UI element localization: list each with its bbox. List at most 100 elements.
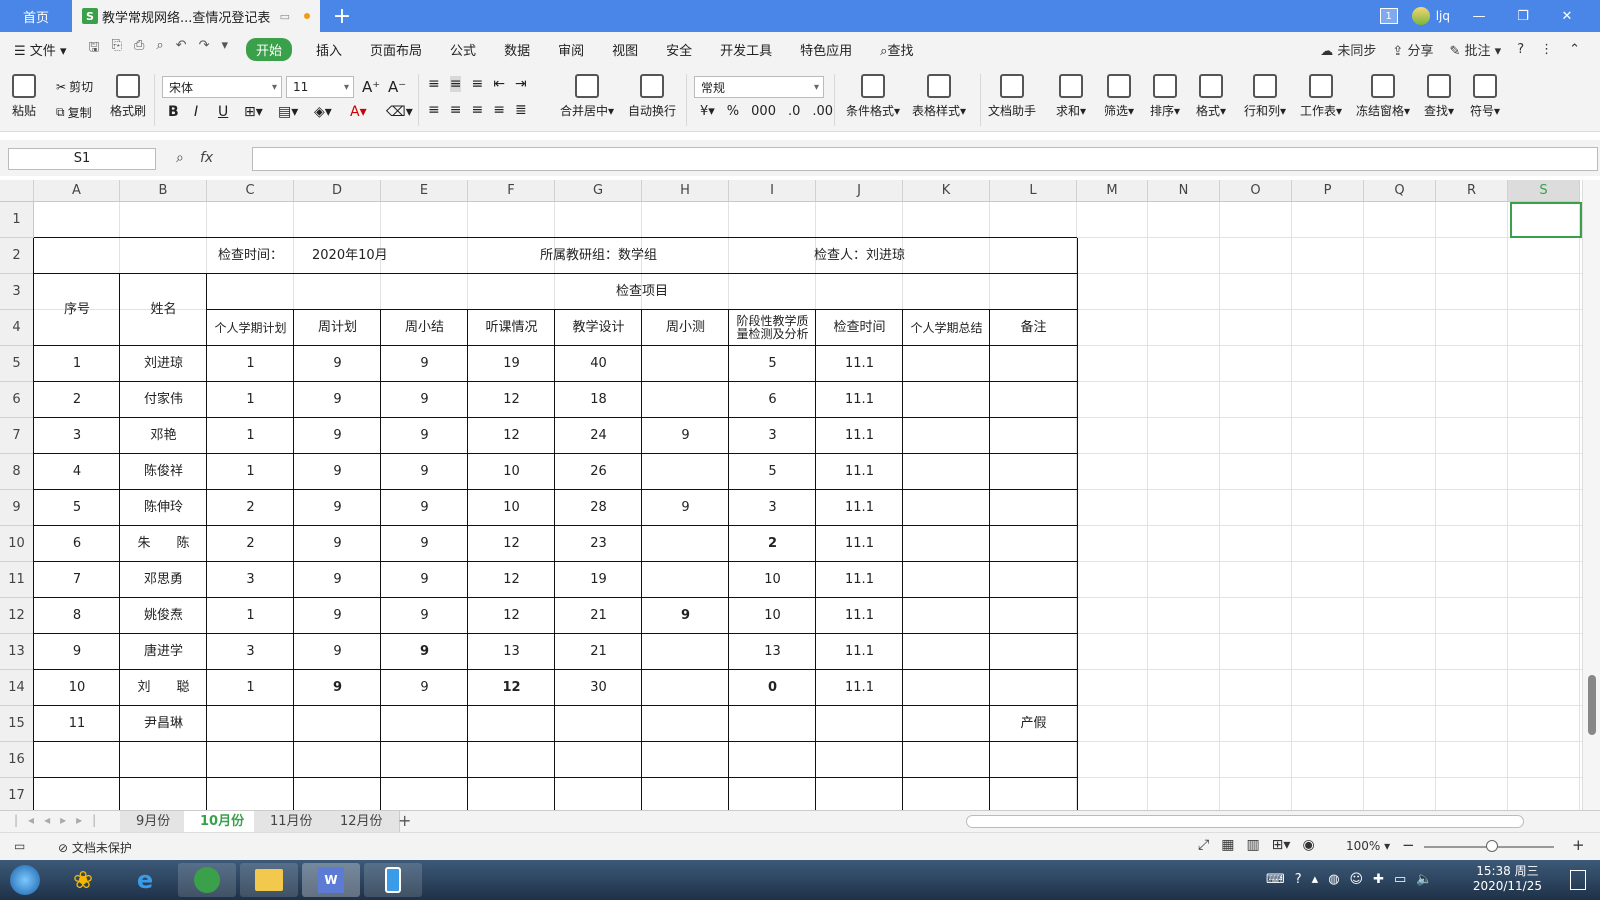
minimize-icon[interactable]: — bbox=[1464, 9, 1494, 24]
check-time-label[interactable]: 检查时间： bbox=[207, 238, 294, 274]
table-cell[interactable]: 24 bbox=[555, 418, 642, 454]
table-cell[interactable]: 9 bbox=[381, 598, 468, 634]
row-header[interactable]: 11 bbox=[0, 562, 34, 598]
formula-input[interactable] bbox=[252, 147, 1598, 171]
collapse-ribbon-icon[interactable]: ⌃ bbox=[1569, 42, 1580, 57]
table-cell[interactable]: 8 bbox=[34, 598, 120, 634]
column-header[interactable]: Q bbox=[1364, 180, 1436, 202]
menu-page-layout[interactable]: 页面布局 bbox=[356, 40, 436, 59]
sum-button[interactable]: 求和▾ bbox=[1056, 74, 1086, 119]
menu-features[interactable]: 特色应用 bbox=[786, 40, 866, 59]
table-cell[interactable]: 0 bbox=[729, 670, 816, 706]
table-cell[interactable]: 12 bbox=[468, 562, 555, 598]
start-orb-icon[interactable] bbox=[2, 863, 48, 897]
customize-icon[interactable]: ▾ bbox=[221, 38, 228, 60]
page-break-icon[interactable]: ⊞▾ bbox=[1272, 837, 1291, 853]
table-cell[interactable]: 9 bbox=[381, 526, 468, 562]
menu-review[interactable]: 审阅 bbox=[544, 40, 598, 59]
table-cell[interactable] bbox=[642, 346, 729, 382]
table-cell[interactable]: 6 bbox=[729, 382, 816, 418]
table-cell[interactable]: 5 bbox=[729, 454, 816, 490]
table-cell[interactable]: 19 bbox=[468, 346, 555, 382]
table-cell[interactable]: 21 bbox=[555, 598, 642, 634]
table-cell[interactable] bbox=[990, 562, 1077, 598]
sub-header[interactable]: 备注 bbox=[990, 310, 1077, 346]
table-cell[interactable]: 7 bbox=[34, 562, 120, 598]
table-cell[interactable]: 9 bbox=[381, 454, 468, 490]
table-cell[interactable]: 6 bbox=[34, 526, 120, 562]
align-bottom-icon[interactable]: ≡ bbox=[471, 76, 483, 92]
row-header[interactable]: 3 bbox=[0, 274, 34, 310]
table-cell[interactable] bbox=[903, 346, 990, 382]
sub-header[interactable]: 阶段性教学质量检测及分析 bbox=[729, 310, 816, 346]
header-check-items[interactable]: 检查项目 bbox=[207, 274, 1077, 310]
sheet-tab-oct[interactable]: 10月份 bbox=[184, 811, 262, 833]
row-header[interactable]: 10 bbox=[0, 526, 34, 562]
italic-icon[interactable]: I bbox=[194, 104, 198, 120]
table-cell[interactable]: 1 bbox=[207, 418, 294, 454]
fill-color-icon[interactable]: ◈▾ bbox=[314, 104, 332, 120]
table-cell[interactable]: 11.1 bbox=[816, 526, 903, 562]
thousands-icon[interactable]: 000 bbox=[751, 104, 776, 119]
find-button[interactable]: 查找▾ bbox=[1424, 74, 1454, 119]
table-cell[interactable]: 13 bbox=[468, 634, 555, 670]
column-header[interactable]: O bbox=[1220, 180, 1292, 202]
menu-search[interactable]: ⌕查找 bbox=[866, 40, 927, 59]
paste-button[interactable]: 粘贴 bbox=[12, 74, 36, 119]
sub-header[interactable]: 个人学期总结 bbox=[903, 310, 990, 346]
table-cell[interactable]: 付家伟 bbox=[120, 382, 207, 418]
align-center-icon[interactable]: ≡ bbox=[450, 102, 462, 118]
table-cell[interactable]: 9 bbox=[642, 598, 729, 634]
table-cell[interactable] bbox=[903, 418, 990, 454]
table-cell[interactable] bbox=[903, 634, 990, 670]
sheet-nav-icon[interactable]: |◂◂▸▸| bbox=[14, 813, 106, 827]
table-cell[interactable] bbox=[990, 454, 1077, 490]
table-cell[interactable]: 11.1 bbox=[816, 382, 903, 418]
table-cell[interactable]: 9 bbox=[294, 490, 381, 526]
restore-icon[interactable]: ❐ bbox=[1508, 9, 1538, 24]
increase-decimal-icon[interactable]: .0 bbox=[788, 104, 800, 119]
table-cell[interactable]: 13 bbox=[729, 634, 816, 670]
header-name[interactable]: 姓名 bbox=[120, 274, 207, 346]
help-tray-icon[interactable]: ? bbox=[1295, 872, 1302, 887]
distribute-icon[interactable]: ≣ bbox=[515, 102, 527, 118]
name-box[interactable]: S1 bbox=[8, 148, 156, 170]
table-cell[interactable]: 3 bbox=[207, 634, 294, 670]
table-cell[interactable]: 9 bbox=[381, 490, 468, 526]
table-cell[interactable]: 18 bbox=[555, 382, 642, 418]
share-button[interactable]: ⇪ 分享 bbox=[1392, 40, 1433, 59]
qq-icon[interactable]: ☺ bbox=[1350, 872, 1364, 887]
indent-right-icon[interactable]: ⇥ bbox=[515, 76, 527, 92]
table-cell[interactable]: 9 bbox=[294, 634, 381, 670]
table-cell[interactable] bbox=[642, 526, 729, 562]
font-color-icon[interactable]: A▾ bbox=[350, 104, 367, 120]
table-cell[interactable]: 4 bbox=[34, 454, 120, 490]
row-header[interactable]: 15 bbox=[0, 706, 34, 742]
inspector[interactable]: 检查人：刘进琼 bbox=[729, 238, 990, 274]
table-cell[interactable]: 9 bbox=[381, 418, 468, 454]
table-cell[interactable]: 12 bbox=[468, 670, 555, 706]
column-header[interactable]: L bbox=[990, 180, 1077, 202]
table-cell[interactable]: 1 bbox=[34, 346, 120, 382]
table-cell[interactable] bbox=[642, 670, 729, 706]
table-cell[interactable] bbox=[990, 346, 1077, 382]
align-top-icon[interactable]: ≡ bbox=[428, 76, 440, 92]
sub-header[interactable]: 教学设计 bbox=[555, 310, 642, 346]
table-cell[interactable] bbox=[990, 382, 1077, 418]
cut-button[interactable]: ✂ 剪切 bbox=[56, 78, 93, 95]
table-cell[interactable]: 11.1 bbox=[816, 490, 903, 526]
table-cell[interactable] bbox=[903, 526, 990, 562]
table-cell[interactable]: 11.1 bbox=[816, 562, 903, 598]
redo-icon[interactable]: ↷ bbox=[199, 38, 210, 60]
more-icon[interactable]: ⋮ bbox=[1540, 42, 1553, 57]
horizontal-scrollbar[interactable] bbox=[966, 815, 1524, 828]
table-cell[interactable]: 26 bbox=[555, 454, 642, 490]
menu-formula[interactable]: 公式 bbox=[436, 40, 490, 59]
display-icon[interactable]: ▭ bbox=[1394, 872, 1406, 887]
column-header[interactable]: P bbox=[1292, 180, 1364, 202]
justify-icon[interactable]: ≡ bbox=[493, 102, 505, 118]
table-cell[interactable]: 28 bbox=[555, 490, 642, 526]
column-header[interactable]: N bbox=[1148, 180, 1220, 202]
fullscreen-icon[interactable]: ⤢ bbox=[1198, 837, 1209, 853]
number-format-select[interactable]: 常规 bbox=[694, 76, 824, 98]
